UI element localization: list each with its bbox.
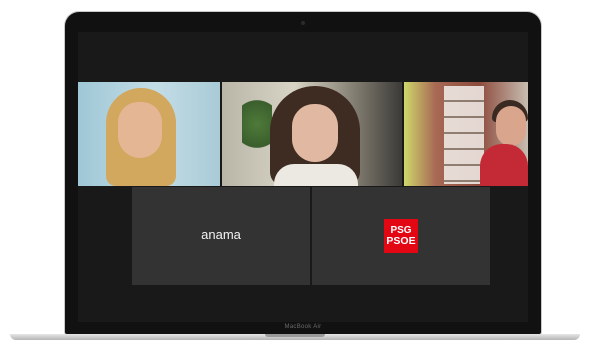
participant-shirt	[274, 164, 358, 186]
logo-line-2: PSOE	[386, 235, 416, 247]
participant-video-tile-1[interactable]	[78, 82, 220, 186]
participant-logo-tile[interactable]: PSG PSOE	[312, 187, 490, 285]
psg-psoe-logo: PSG PSOE	[384, 219, 418, 253]
laptop-lid: anama PSG PSOE MacBook Air	[65, 12, 541, 334]
background-bookshelf	[444, 86, 484, 184]
participant-face	[292, 104, 338, 162]
laptop-base-notch	[265, 334, 325, 337]
laptop-model-label: MacBook Air	[284, 324, 322, 330]
participant-name: anama	[201, 227, 241, 242]
video-call-screen: anama PSG PSOE	[78, 32, 528, 322]
laptop-mockup: anama PSG PSOE MacBook Air	[0, 0, 590, 342]
participant-video-tile-2[interactable]	[222, 82, 402, 186]
webcam-dot	[301, 21, 305, 25]
participant-name-tile[interactable]: anama	[132, 187, 310, 285]
background-plant	[242, 100, 272, 160]
laptop-base	[10, 334, 580, 340]
participant-shirt	[480, 144, 528, 186]
participant-face	[496, 106, 526, 146]
participant-video-tile-3[interactable]	[404, 82, 528, 186]
participant-face	[118, 102, 162, 158]
